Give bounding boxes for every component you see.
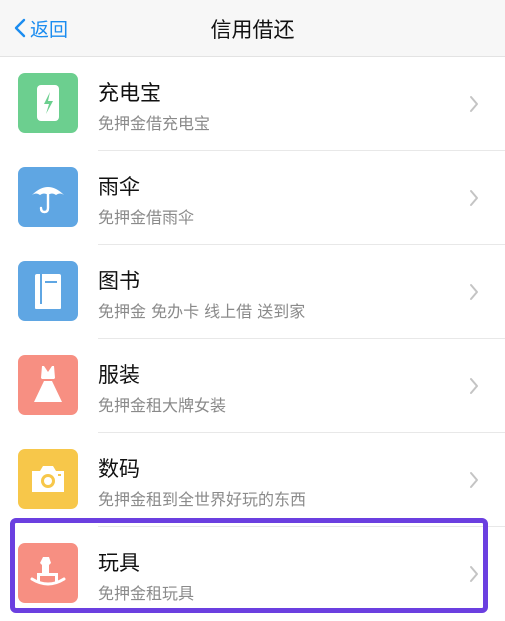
list-item-toys[interactable]: 玩具 免押金租玩具 [0,527,505,621]
list-item-clothing[interactable]: 服装 免押金租大牌女装 [0,339,505,433]
item-subtitle: 免押金租大牌女装 [98,396,227,415]
power-bank-icon [18,73,78,133]
camera-icon [18,449,78,509]
book-icon [18,261,78,321]
service-list: 充电宝 免押金借充电宝 雨伞 免押金借雨伞 图书 免押金 免办卡 线上借 送到家… [0,57,505,621]
list-item-power-bank[interactable]: 充电宝 免押金借充电宝 [0,57,505,151]
dress-icon [18,355,78,415]
umbrella-icon [18,167,78,227]
item-subtitle: 免押金租到全世界好玩的东西 [98,490,307,509]
item-title: 图书 [98,269,140,293]
chevron-right-icon [470,472,478,488]
nav-bar: 返回 信用借还 [0,0,505,57]
item-title: 数码 [98,457,140,481]
item-subtitle: 免押金借充电宝 [98,114,211,133]
chevron-right-icon [470,284,478,300]
rocking-horse-icon [18,543,78,603]
item-title: 充电宝 [98,81,161,105]
item-title: 玩具 [98,551,140,575]
chevron-right-icon [470,96,478,112]
chevron-right-icon [470,190,478,206]
list-item-umbrella[interactable]: 雨伞 免押金借雨伞 [0,151,505,245]
list-item-book[interactable]: 图书 免押金 免办卡 线上借 送到家 [0,245,505,339]
page-title: 信用借还 [210,18,295,42]
item-title: 雨伞 [98,175,140,199]
item-subtitle: 免押金借雨伞 [98,208,195,227]
item-subtitle: 免押金租玩具 [98,584,195,603]
list-item-digital[interactable]: 数码 免押金租到全世界好玩的东西 [0,433,505,527]
chevron-right-icon [470,566,478,582]
item-title: 服装 [98,363,140,387]
item-subtitle: 免押金 免办卡 线上借 送到家 [98,302,306,321]
chevron-right-icon [470,378,478,394]
